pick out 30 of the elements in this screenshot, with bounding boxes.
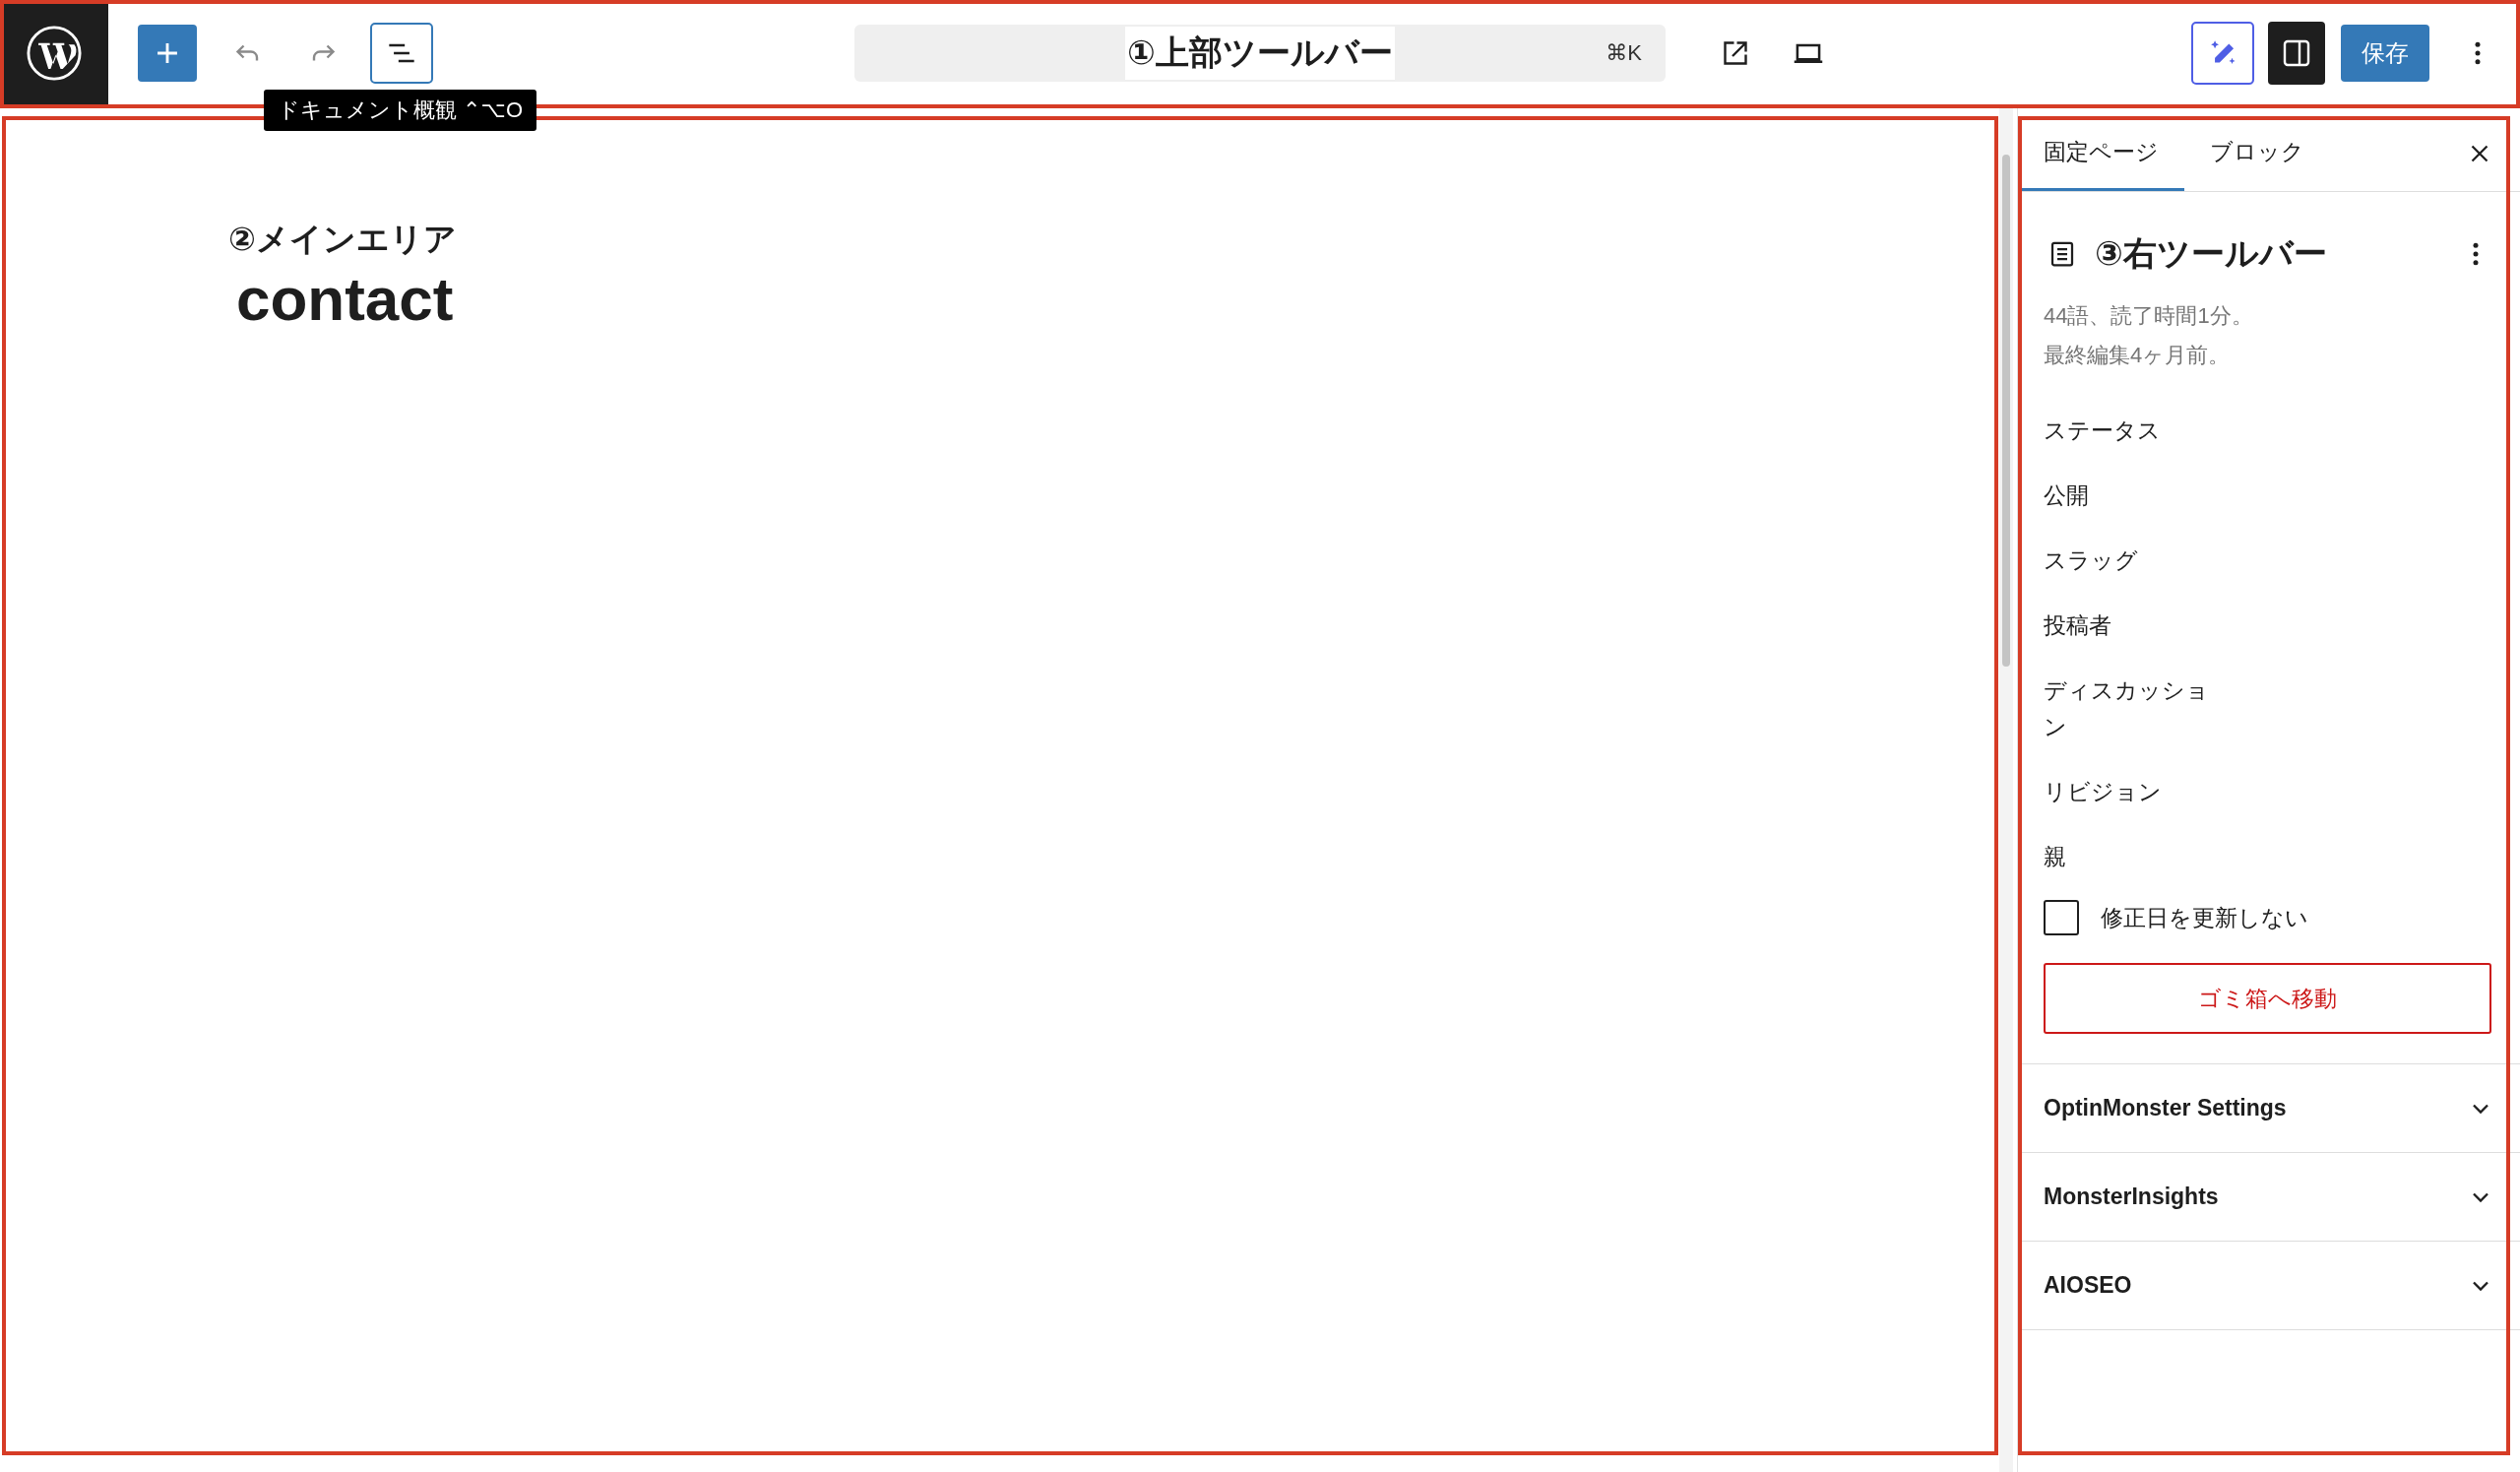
annotation-label: ①上部ツールバー [1125,27,1395,80]
sidebar-tab[interactable]: ブロック [2184,115,2330,191]
tooltip: ドキュメント概観 ⌃⌥O [264,90,536,131]
checkbox-label: 修正日を更新しない [2101,903,2308,932]
field-label: ステータス [2044,416,2162,445]
field-label: 親 [2044,843,2067,871]
move-to-trash-button[interactable]: ゴミ箱へ移動 [2044,963,2491,1034]
annotation-label: ③右ツールバー [2095,233,2327,274]
post-info-text: 最終編集4ヶ月前。 [2044,342,2232,369]
document-overview-button[interactable] [370,23,433,84]
sidebar-tab[interactable]: 固定ページ [2018,115,2184,191]
ai-pencil-button[interactable] [2191,22,2254,85]
save-button[interactable]: 保存 [2341,25,2429,82]
command-bar[interactable]: ①上部ツールバー ⌘K [854,25,1666,82]
checkbox[interactable] [2044,900,2079,935]
field-label: 投稿者 [2044,611,2112,640]
field-label: ディスカッション [2044,676,2210,741]
panel-header[interactable]: MonsterInsights [2044,1153,2467,1241]
settings-panel-button[interactable] [2268,22,2325,85]
panel-header[interactable]: AIOSEO [2044,1242,2467,1329]
scrollbar[interactable] [1999,107,2013,1472]
panel-header[interactable]: OptinMonster Settings [2044,1064,2467,1152]
post-info-text: 44語、読了時間1分。 [2044,302,2254,330]
field-label: 公開 [2044,481,2090,510]
field-label: リビジョン [2044,778,2163,806]
add-block-button[interactable] [138,25,197,82]
field-label: スラッグ [2044,546,2139,575]
annotation-label: ②メインエリア [228,220,458,259]
page-title[interactable]: contact [236,266,1999,334]
shortcut-hint: ⌘K [1606,40,1642,66]
